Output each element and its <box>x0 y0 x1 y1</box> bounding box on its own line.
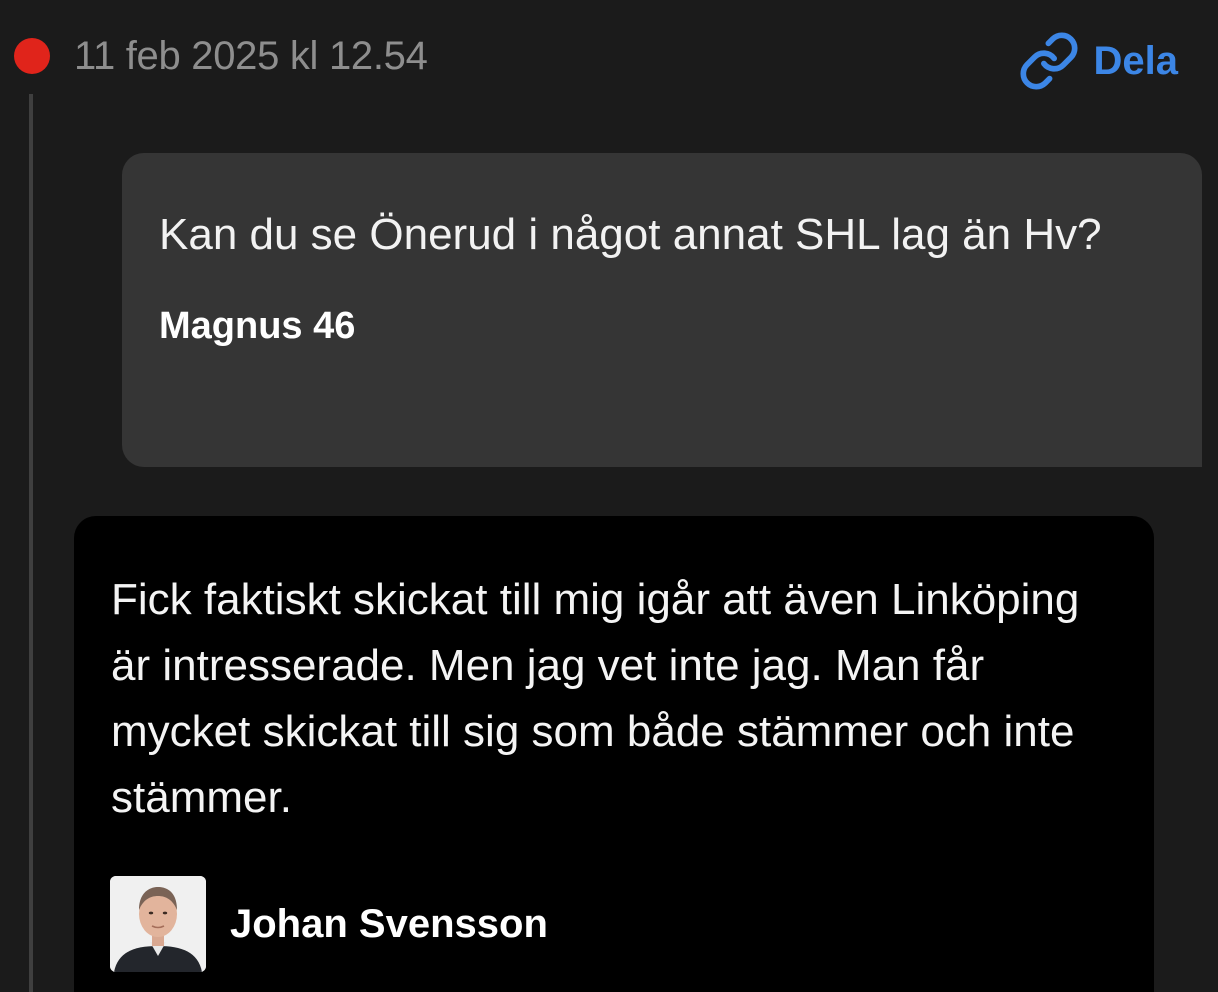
reader-question-card: Kan du se Önerud i något annat SHL lag ä… <box>122 153 1202 467</box>
author-avatar <box>110 876 206 972</box>
share-label: Dela <box>1093 39 1179 83</box>
answer-text: Fick faktiskt skickat till mig igår att … <box>111 575 1080 822</box>
answer-author-name: Johan Svensson <box>230 902 548 946</box>
live-post-page: 11 feb 2025 kl 12.54 Dela Kan du se Öner… <box>0 0 1218 992</box>
answer-author-row: Johan Svensson <box>110 876 548 972</box>
live-indicator-dot <box>14 38 50 74</box>
timeline-line <box>29 94 33 992</box>
question-text: Kan du se Önerud i något annat SHL lag ä… <box>159 210 1102 259</box>
post-timestamp: 11 feb 2025 kl 12.54 <box>74 34 428 78</box>
link-icon <box>1018 30 1080 92</box>
reporter-answer-card: Fick faktiskt skickat till mig igår att … <box>74 516 1154 992</box>
question-author: Magnus 46 <box>159 305 356 347</box>
share-button[interactable]: Dela <box>1018 30 1179 92</box>
